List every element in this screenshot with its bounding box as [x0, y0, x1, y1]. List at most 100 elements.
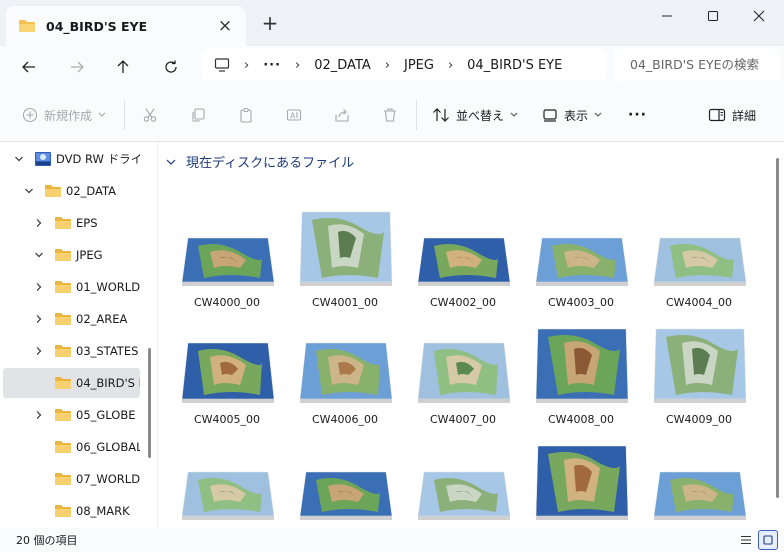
share-button[interactable]	[334, 103, 350, 127]
file-item[interactable]: CW4009_00	[644, 325, 754, 435]
file-name: CW4004_00	[665, 296, 733, 309]
image-thumbnail	[180, 442, 276, 522]
file-view-scrollbar[interactable]	[776, 158, 779, 498]
file-item[interactable]: CW4006_00	[290, 325, 400, 435]
sort-button[interactable]: 並べ替え	[432, 103, 518, 127]
folder-icon	[45, 185, 61, 197]
refresh-button[interactable]	[156, 52, 186, 82]
breadcrumb-item-birds-eye[interactable]: 04_BIRD'S EYE	[467, 58, 562, 73]
search-input[interactable]: 04_BIRD'S EYEの検索	[614, 49, 780, 81]
sidebar-item[interactable]: 01_WORLD	[0, 272, 140, 302]
more-options-button[interactable]: ···	[628, 103, 647, 127]
details-pane-button[interactable]: 詳細	[708, 103, 756, 127]
sidebar-item[interactable]: 04_BIRD'S E	[3, 368, 140, 398]
scissors-icon	[143, 108, 157, 122]
close-window-button[interactable]	[736, 0, 782, 32]
computer-icon	[214, 58, 230, 72]
chevron-right-icon[interactable]	[34, 346, 44, 356]
file-item[interactable]: CW4000_00	[172, 208, 282, 318]
file-item[interactable]: CW4010_00	[172, 442, 282, 528]
item-count: 20 個の項目	[16, 534, 78, 547]
sidebar-item-label: DVD RW ドライブ	[56, 152, 140, 166]
breadcrumb-separator[interactable]: ›	[385, 58, 390, 73]
sidebar-item[interactable]: 05_GLOBE	[0, 400, 140, 430]
breadcrumb-item-02-data[interactable]: 02_DATA	[314, 58, 371, 73]
paste-button[interactable]	[238, 103, 254, 127]
file-item[interactable]: CW4003_00	[526, 208, 636, 318]
chevron-right-icon[interactable]	[34, 410, 44, 420]
tab-current[interactable]: 04_BIRD'S EYE ×	[6, 6, 246, 46]
breadcrumb-overflow[interactable]: ···	[263, 58, 281, 73]
folder-icon	[55, 249, 71, 261]
svg-text:A: A	[290, 112, 296, 121]
sidebar-item[interactable]: 07_WORLD	[0, 464, 140, 494]
breadcrumb-separator[interactable]: ›	[295, 58, 300, 73]
file-item[interactable]: CW4002_00	[408, 208, 518, 318]
file-item[interactable]: CW4014_00	[644, 442, 754, 528]
delete-button[interactable]	[382, 103, 398, 127]
folder-icon	[55, 505, 71, 517]
sidebar-item[interactable]: JPEG	[0, 240, 140, 270]
chevron-right-icon[interactable]	[34, 282, 44, 292]
folder-icon	[55, 441, 71, 453]
file-item[interactable]: CW4012_00	[408, 442, 518, 528]
file-item[interactable]: CW4004_00	[644, 208, 754, 318]
image-thumbnail	[652, 208, 748, 288]
minimize-button[interactable]	[644, 0, 690, 32]
sidebar-item[interactable]: 06_GLOBAL	[0, 432, 140, 462]
image-thumbnail	[298, 325, 394, 405]
sidebar-item[interactable]: 03_STATES	[0, 336, 140, 366]
chevron-right-icon[interactable]	[34, 314, 44, 324]
chevron-down-icon[interactable]	[34, 250, 44, 260]
breadcrumb-separator[interactable]: ›	[448, 58, 453, 73]
file-item[interactable]: CW4005_00	[172, 325, 282, 435]
folder-icon	[55, 409, 71, 421]
sidebar-item[interactable]: 08_MARK	[0, 496, 140, 526]
file-name: CW4001_00	[311, 296, 379, 309]
file-item[interactable]: CW4011_00	[290, 442, 400, 528]
breadcrumb-separator[interactable]: ›	[244, 58, 249, 73]
new-tab-button[interactable]: +	[258, 12, 282, 36]
sidebar-item[interactable]: DVD RW ドライブ	[0, 144, 140, 174]
sidebar-item-label: 07_WORLD	[76, 472, 140, 486]
large-icons-view-button[interactable]	[758, 530, 778, 550]
chevron-right-icon[interactable]	[34, 218, 44, 228]
file-name: CW4000_00	[193, 296, 261, 309]
sidebar-item-label: 03_STATES	[76, 344, 139, 358]
sidebar-item[interactable]: 02_AREA	[0, 304, 140, 334]
group-header[interactable]: 現在ディスクにあるファイル	[166, 152, 354, 171]
forward-button[interactable]	[62, 52, 92, 82]
address-bar[interactable]: › ··· › 02_DATA › JPEG › 04_BIRD'S EYE	[202, 49, 606, 81]
image-thumbnail	[534, 325, 630, 405]
chevron-down-icon[interactable]	[14, 154, 24, 164]
back-button[interactable]	[14, 52, 44, 82]
tab-close-button[interactable]: ×	[214, 15, 236, 37]
sort-icon	[433, 108, 449, 122]
maximize-button[interactable]	[690, 0, 736, 32]
folder-icon	[55, 377, 71, 389]
folder-icon	[55, 473, 71, 485]
plus-circle-icon	[22, 107, 38, 123]
terrain-map-icon	[535, 445, 629, 520]
file-item[interactable]: CW4007_00	[408, 325, 518, 435]
file-item[interactable]: CW4008_00	[526, 325, 636, 435]
sidebar-item[interactable]: EPS	[0, 208, 140, 238]
cut-button[interactable]	[142, 103, 158, 127]
rename-button[interactable]: A	[286, 103, 302, 127]
file-item[interactable]: CW4001_00	[290, 208, 400, 318]
terrain-map-icon	[535, 328, 629, 403]
navigation-pane-scrollbar[interactable]	[148, 348, 151, 458]
up-button[interactable]	[108, 52, 138, 82]
tab-title: 04_BIRD'S EYE	[46, 18, 148, 34]
breadcrumb-item-jpeg[interactable]: JPEG	[404, 58, 434, 73]
image-thumbnail	[298, 208, 394, 288]
details-view-button[interactable]	[736, 530, 756, 550]
chevron-down-icon[interactable]	[24, 186, 34, 196]
image-thumbnail	[298, 442, 394, 522]
new-button[interactable]: 新規作成	[22, 103, 106, 127]
sidebar-item[interactable]: 02_DATA	[0, 176, 140, 206]
view-button[interactable]: 表示	[542, 103, 602, 127]
file-item[interactable]: CW4013_00	[526, 442, 636, 528]
copy-button[interactable]	[190, 103, 206, 127]
dvd-drive-icon	[35, 152, 51, 166]
